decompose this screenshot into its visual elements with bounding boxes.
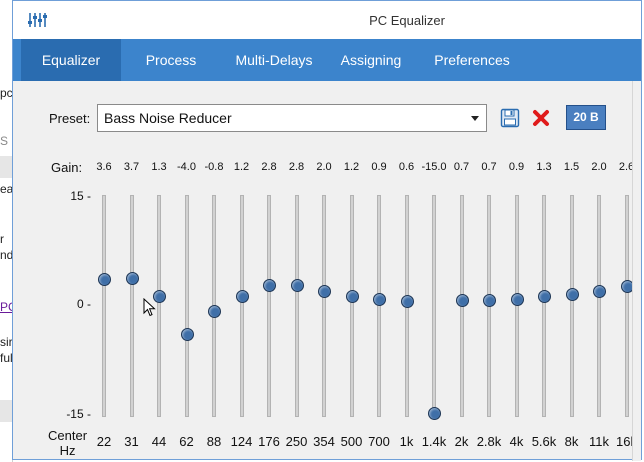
slider-knob[interactable] — [318, 284, 331, 298]
slider-knob[interactable] — [400, 294, 414, 308]
gain-value: 0.6 — [398, 161, 415, 173]
slider-track[interactable] — [129, 195, 134, 417]
center-label-line1: Center — [48, 428, 88, 443]
slider-track[interactable] — [349, 195, 354, 417]
background-text: r — [0, 232, 4, 246]
tab-equalizer[interactable]: Equalizer — [21, 39, 121, 81]
slider-knob[interactable] — [263, 278, 276, 292]
background-bar — [0, 156, 12, 178]
scale-max-label: 15 - — [70, 189, 91, 203]
slider-knob[interactable] — [510, 292, 524, 306]
gain-value: 0.9 — [371, 161, 387, 173]
gain-value: -0.8 — [204, 161, 224, 173]
slider-knob[interactable] — [483, 293, 496, 307]
gain-value: 3.6 — [96, 161, 112, 173]
tab-preferences[interactable]: Preferences — [425, 39, 519, 81]
gain-value: 1.3 — [536, 161, 552, 173]
gain-value: 1.2 — [233, 161, 250, 173]
slider-knob[interactable] — [208, 304, 221, 318]
slider-knob[interactable] — [235, 290, 249, 304]
background-text: ful — [0, 351, 13, 365]
background-bar — [0, 400, 12, 422]
chevron-down-icon[interactable] — [471, 116, 479, 121]
slider-track[interactable] — [239, 195, 244, 417]
slider-knob[interactable] — [125, 272, 139, 286]
slider-track[interactable] — [294, 195, 299, 417]
gain-value: 2.0 — [591, 161, 607, 173]
gain-value: 1.5 — [563, 161, 580, 173]
preset-dropdown[interactable]: Bass Noise Reducer — [97, 104, 487, 132]
slider-track[interactable] — [267, 195, 271, 417]
gain-value: 1.3 — [151, 161, 167, 173]
slider-track[interactable] — [624, 195, 629, 417]
window-right-edge — [632, 81, 641, 461]
floppy-disk-icon[interactable] — [500, 108, 520, 128]
scale-min-label: -15 - — [66, 407, 91, 421]
gain-value: 0.9 — [508, 161, 525, 173]
window-title: PC Equalizer — [369, 13, 445, 28]
slider-knob[interactable] — [538, 289, 551, 303]
slider-track[interactable] — [569, 195, 574, 417]
slider-track[interactable] — [322, 195, 326, 417]
center-hz-label: Center Hz — [48, 428, 87, 458]
background-text: S — [0, 134, 9, 148]
slider-knob[interactable] — [290, 278, 304, 292]
title-bar: PC Equalizer — [13, 1, 641, 39]
gain-value: 2.8 — [261, 161, 277, 173]
tab-process[interactable]: Process — [131, 39, 211, 81]
slider-knob[interactable] — [373, 292, 386, 306]
slider-knob[interactable] — [428, 407, 441, 420]
gain-value: 0.7 — [481, 161, 497, 173]
slider-track[interactable] — [157, 195, 161, 417]
tab-multi-delays[interactable]: Multi-Delays — [219, 39, 329, 81]
slider-track[interactable] — [102, 195, 106, 417]
nav-bar: Equalizer Process Multi-Delays Assigning… — [13, 39, 641, 81]
mouse-pointer-icon — [143, 298, 156, 317]
gain-value: 3.7 — [123, 161, 140, 173]
slider-track[interactable] — [597, 195, 601, 417]
slider-knob[interactable] — [455, 293, 469, 307]
gain-value: 0.7 — [453, 161, 470, 173]
slider-track[interactable] — [432, 195, 436, 417]
bands-count-button[interactable]: 20 B — [566, 105, 606, 130]
slider-track[interactable] — [377, 195, 381, 417]
preset-selected-value: Bass Noise Reducer — [104, 110, 232, 126]
gain-label: Gain: — [51, 160, 83, 175]
slider-knob[interactable] — [345, 290, 359, 304]
red-x-icon[interactable] — [531, 108, 551, 128]
slider-knob[interactable] — [593, 284, 606, 298]
background-text: sir — [0, 335, 13, 349]
gain-value: 2.0 — [316, 161, 332, 173]
scale-zero-label: 0 - — [76, 297, 91, 311]
slider-track[interactable] — [514, 195, 519, 417]
gain-value: -4.0 — [177, 161, 196, 173]
slider-knob[interactable] — [565, 288, 579, 302]
gain-value: -15.0 — [421, 161, 447, 173]
gain-value: 2.8 — [288, 161, 305, 173]
equalizer-window: PC Equalizer Equalizer Process Multi-Del… — [12, 0, 642, 461]
slider-track[interactable] — [542, 195, 546, 417]
background-text: pc — [0, 86, 13, 100]
slider-track[interactable] — [184, 195, 189, 417]
tab-assigning[interactable]: Assigning — [331, 39, 411, 81]
preset-label: Preset: — [49, 111, 91, 126]
slider-knob[interactable] — [180, 327, 194, 341]
center-label-line2: Hz — [59, 443, 76, 458]
slider-knob[interactable] — [98, 273, 111, 287]
gain-value: 1.2 — [343, 161, 360, 173]
